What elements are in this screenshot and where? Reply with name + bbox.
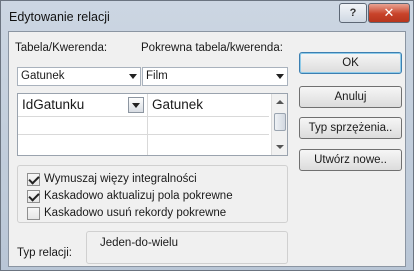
grid-column-divider xyxy=(147,94,148,155)
help-icon: ? xyxy=(349,7,357,19)
cancel-button[interactable]: Anuluj xyxy=(299,86,402,108)
table-combo-value: Gatunek xyxy=(21,70,65,82)
dialog-window: Edytowanie relacji ? ✕ Tabela/Kwerenda: … xyxy=(0,0,414,271)
table-label: Tabela/Kwerenda: xyxy=(15,42,108,54)
join-type-button[interactable]: Typ sprzężenia.. xyxy=(299,117,402,139)
field-grid: IdGatunku Gatunek xyxy=(17,93,288,156)
relation-type-label: Typ relacji: xyxy=(17,247,72,259)
relation-type-value: Jeden-do-wielu xyxy=(100,237,178,249)
title-bar: Edytowanie relacji ? ✕ xyxy=(1,1,413,31)
scroll-down-icon[interactable] xyxy=(276,145,284,149)
grid-cell-related-field[interactable]: Gatunek xyxy=(152,97,203,112)
grid-row-divider xyxy=(18,116,269,117)
enforce-integrity-label: Wymuszaj więzy integralności xyxy=(44,173,197,185)
chevron-down-icon xyxy=(276,74,284,79)
dialog-title: Edytowanie relacji xyxy=(9,10,110,24)
ok-button[interactable]: OK xyxy=(299,52,402,74)
chevron-down-icon xyxy=(129,74,137,79)
chevron-down-icon xyxy=(132,103,140,108)
cascade-update-checkbox[interactable]: Kaskadowo aktualizuj pola pokrewne xyxy=(27,189,233,203)
checkbox-checked-icon[interactable] xyxy=(27,172,40,186)
cascade-delete-label: Kaskadowo usuń rekordy pokrewne xyxy=(44,207,227,219)
close-icon: ✕ xyxy=(383,5,395,20)
scroll-up-icon[interactable] xyxy=(276,100,284,104)
relation-type-box: Jeden-do-wielu xyxy=(86,231,288,264)
dialog-body: Tabela/Kwerenda: Pokrewna tabela/kwerend… xyxy=(8,31,406,267)
cascade-delete-checkbox[interactable]: Kaskadowo usuń rekordy pokrewne xyxy=(27,206,226,220)
create-new-button[interactable]: Utwórz nowe.. xyxy=(299,149,402,171)
related-table-label: Pokrewna tabela/kwerenda: xyxy=(141,42,283,54)
grid-cell-primary-field[interactable]: IdGatunku xyxy=(22,97,84,112)
integrity-options-group: Wymuszaj więzy integralności Kaskadowo a… xyxy=(17,165,288,223)
enforce-integrity-checkbox[interactable]: Wymuszaj więzy integralności xyxy=(27,172,197,186)
checkbox-unchecked-icon[interactable] xyxy=(27,206,40,220)
close-button[interactable]: ✕ xyxy=(368,3,410,23)
field-dropdown-button[interactable] xyxy=(128,97,144,113)
help-button[interactable]: ? xyxy=(339,3,367,23)
grid-row-divider xyxy=(18,134,269,135)
grid-scrollbar[interactable] xyxy=(271,94,287,155)
checkbox-checked-icon[interactable] xyxy=(27,189,40,203)
cascade-update-label: Kaskadowo aktualizuj pola pokrewne xyxy=(44,190,233,202)
related-table-combo-value: Film xyxy=(146,70,168,82)
related-table-combo[interactable]: Film xyxy=(142,67,288,86)
table-combo[interactable]: Gatunek xyxy=(17,67,141,86)
scroll-thumb[interactable] xyxy=(274,113,286,131)
